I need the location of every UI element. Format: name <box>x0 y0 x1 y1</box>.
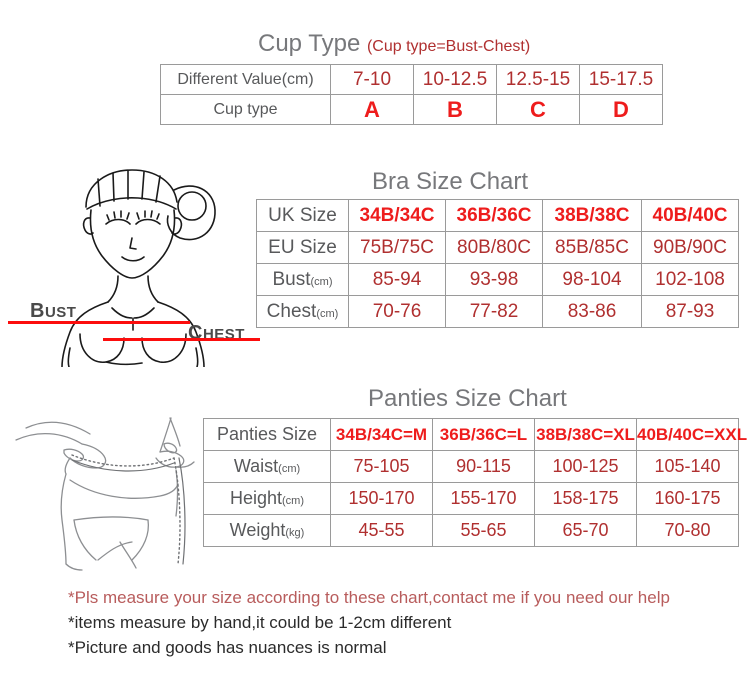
table-cell: 102-108 <box>641 263 739 296</box>
row-label-text: Height <box>229 488 283 508</box>
table-cell: 93-98 <box>445 263 543 296</box>
row-label-unit: (cm) <box>310 275 333 288</box>
bra-chart-title: Bra Size Chart <box>372 168 529 195</box>
table-cell: C <box>496 94 580 125</box>
cup-type-title-text: Cup Type <box>258 30 361 57</box>
row-label-text: Waist <box>233 456 279 476</box>
cup-type-title: Cup Type (Cup type=Bust-Chest) <box>258 30 530 58</box>
table-cell: 100-125 <box>534 450 637 483</box>
table-row: Waist(cm) 75-105 90-115 100-125 105-140 <box>203 450 739 483</box>
table-cell: 70-80 <box>636 514 739 547</box>
table-cell: 15-17.5 <box>579 64 663 95</box>
table-cell: 70-76 <box>348 295 446 328</box>
note-line: *Picture and goods has nuances is normal <box>68 638 387 657</box>
row-label-unit: (cm) <box>282 495 305 507</box>
table-cell: 150-170 <box>330 482 433 515</box>
table-cell: 75B/75C <box>348 231 446 264</box>
row-label: Bust(cm) <box>256 263 349 296</box>
panties-size-table: Panties Size 34B/34C=M 36B/36C=L 38B/38C… <box>203 418 747 547</box>
note-line: *Pls measure your size according to thes… <box>68 588 670 607</box>
row-label-text: Bust <box>272 268 311 290</box>
table-cell: 83-86 <box>542 295 642 328</box>
chest-measure-line <box>103 338 260 341</box>
row-label: UK Size <box>256 199 349 232</box>
bra-size-table: UK Size 34B/34C 36B/36C 38B/38C 40B/40C … <box>256 199 739 328</box>
table-cell: 36B/36C=L <box>432 418 535 451</box>
row-label-unit: (cm) <box>316 307 339 320</box>
table-row: UK Size 34B/34C 36B/36C 38B/38C 40B/40C <box>256 199 739 232</box>
row-label: Weight(kg) <box>203 514 331 547</box>
table-row: EU Size 75B/75C 80B/80C 85B/85C 90B/90C <box>256 231 739 264</box>
table-row: Panties Size 34B/34C=M 36B/36C=L 38B/38C… <box>203 418 747 451</box>
table-cell: A <box>330 94 414 125</box>
row-label: Different Value(cm) <box>160 64 331 95</box>
table-cell: D <box>579 94 663 125</box>
table-cell: 34B/34C=M <box>330 418 433 451</box>
table-cell: 40B/40C <box>641 199 739 232</box>
table-cell: 90-115 <box>432 450 535 483</box>
table-cell: 85-94 <box>348 263 446 296</box>
table-cell: 75-105 <box>330 450 433 483</box>
table-cell: B <box>413 94 497 125</box>
row-label-text: Panties Size <box>216 424 318 444</box>
footer-notes: *Pls measure your size according to thes… <box>68 585 670 660</box>
table-cell: 160-175 <box>636 482 739 515</box>
table-cell: 45-55 <box>330 514 433 547</box>
chest-measure-label: CHEST <box>188 322 245 344</box>
table-cell: 40B/40C=XXL <box>636 418 747 451</box>
row-label: Height(cm) <box>203 482 331 515</box>
row-label-text: Weight <box>229 520 286 540</box>
table-cell: 155-170 <box>432 482 535 515</box>
cup-type-subtitle: (Cup type=Bust-Chest) <box>366 38 531 55</box>
table-row: Chest(cm) 70-76 77-82 83-86 87-93 <box>256 295 739 328</box>
table-cell: 65-70 <box>534 514 637 547</box>
table-row: Weight(kg) 45-55 55-65 65-70 70-80 <box>203 514 739 547</box>
table-cell: 77-82 <box>445 295 543 328</box>
row-label-unit: (kg) <box>285 527 305 539</box>
table-cell: 105-140 <box>636 450 739 483</box>
row-label: Cup type <box>160 94 331 125</box>
table-row: Height(cm) 150-170 155-170 158-175 160-1… <box>203 482 739 515</box>
row-label-text: EU Size <box>268 236 337 258</box>
row-label-text: UK Size <box>268 204 337 226</box>
table-cell: 98-104 <box>542 263 642 296</box>
table-cell: 10-12.5 <box>413 64 497 95</box>
table-row: Bust(cm) 85-94 93-98 98-104 102-108 <box>256 263 739 296</box>
row-label: Waist(cm) <box>203 450 331 483</box>
row-label-text: Chest <box>266 300 317 322</box>
table-cell: 7-10 <box>330 64 414 95</box>
table-cell: 12.5-15 <box>496 64 580 95</box>
row-label: Panties Size <box>203 418 331 451</box>
table-cell: 87-93 <box>641 295 739 328</box>
table-cell: 55-65 <box>432 514 535 547</box>
bust-measure-label: BUST <box>30 300 77 322</box>
table-cell: 80B/80C <box>445 231 543 264</box>
table-row: Different Value(cm) 7-10 10-12.5 12.5-15… <box>160 64 663 95</box>
row-label-unit: (cm) <box>278 463 301 475</box>
table-cell: 90B/90C <box>641 231 739 264</box>
table-cell: 36B/36C <box>445 199 543 232</box>
waist-measuring-illustration <box>15 417 195 571</box>
table-row: Cup type A B C D <box>160 94 663 125</box>
table-cell: 158-175 <box>534 482 637 515</box>
note-line: *items measure by hand,it could be 1-2cm… <box>68 613 452 632</box>
table-cell: 38B/38C=XL <box>534 418 637 451</box>
table-cell: 34B/34C <box>348 199 446 232</box>
row-label: Chest(cm) <box>256 295 349 328</box>
panties-chart-title: Panties Size Chart <box>368 385 567 412</box>
bust-measure-line <box>8 321 190 324</box>
cup-type-table: Different Value(cm) 7-10 10-12.5 12.5-15… <box>160 64 663 125</box>
row-label: EU Size <box>256 231 349 264</box>
table-cell: 85B/85C <box>542 231 642 264</box>
table-cell: 38B/38C <box>542 199 642 232</box>
